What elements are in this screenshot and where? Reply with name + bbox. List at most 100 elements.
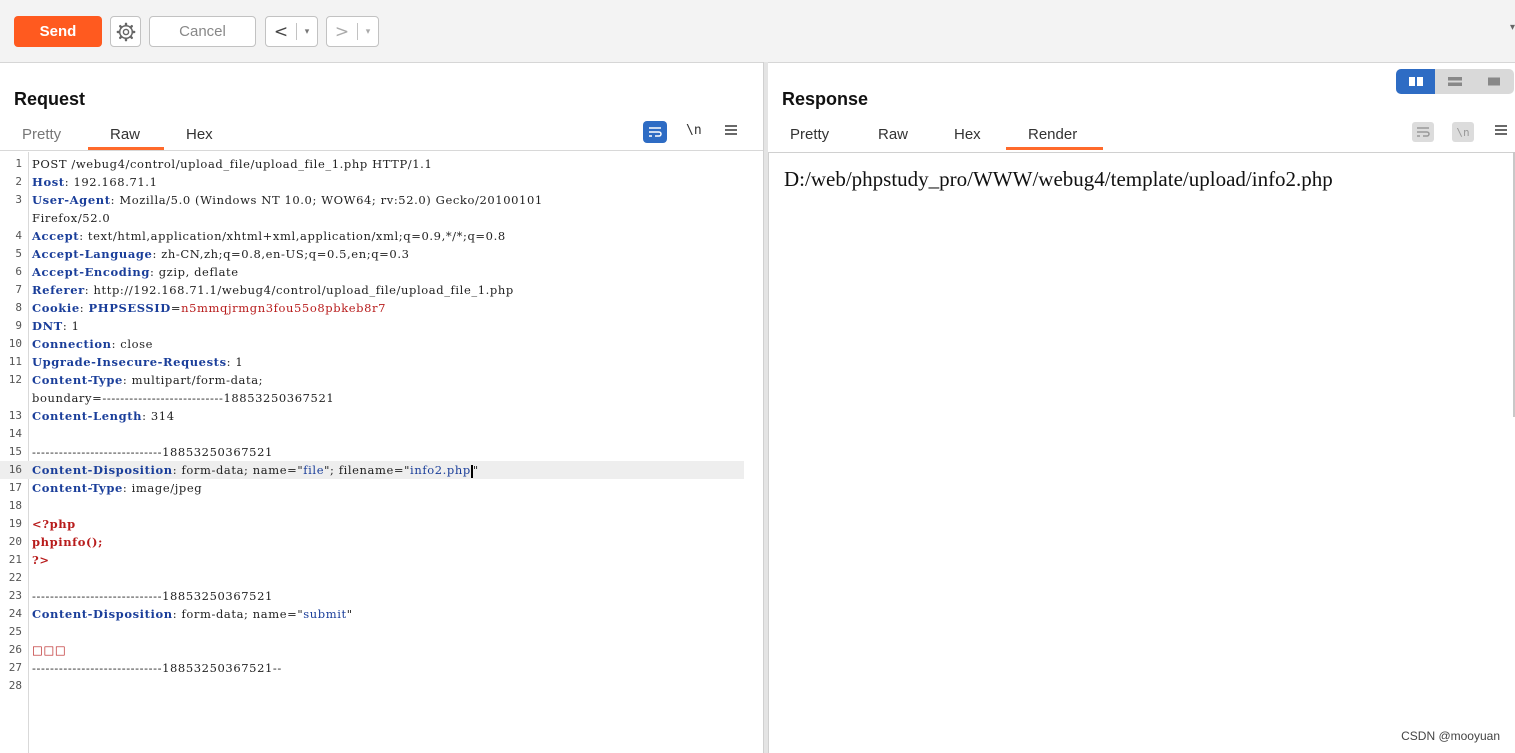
code-token: : 1	[226, 355, 244, 369]
line-number: 24	[8, 607, 22, 620]
tab-raw[interactable]: Raw	[110, 126, 140, 143]
code-token: <?php	[32, 517, 76, 531]
code-line: 4 Accept: text/html,application/xhtml+xml…	[0, 227, 763, 245]
code-token: Cookie	[32, 301, 80, 315]
code-line: 5 Accept-Language: zh-CN,zh;q=0.8,en-US;q…	[0, 245, 763, 263]
send-button[interactable]: Send	[14, 16, 102, 47]
code-text: Accept-Encoding: gzip, deflate	[32, 263, 239, 281]
code-token: : 192.168.71.1	[64, 175, 158, 189]
code-token: □□□	[32, 643, 67, 657]
code-token: : 1	[62, 319, 80, 333]
tab-pretty[interactable]: Pretty	[22, 126, 61, 143]
newline-icon: \n	[1456, 125, 1470, 139]
code-text: POST /webug4/control/upload_file/upload_…	[32, 155, 432, 173]
chevron-down-icon[interactable]: ▾	[358, 27, 378, 37]
code-line: 28	[0, 677, 763, 695]
code-token: Firefox/52.0	[32, 211, 111, 225]
menu-button[interactable]	[1494, 124, 1508, 136]
code-line: 1 POST /webug4/control/upload_file/upload…	[0, 155, 763, 173]
line-number: 26	[8, 643, 22, 656]
tab-render[interactable]: Render	[1028, 126, 1077, 143]
code-token: Upgrade-Insecure-Requests	[32, 355, 227, 369]
code-text: Connection: close	[32, 335, 153, 353]
forward-button[interactable]: > ▾	[326, 16, 379, 47]
code-token: -----------------------------18853250367…	[32, 589, 273, 603]
code-token: "	[472, 463, 479, 477]
tab-pretty[interactable]: Pretty	[790, 126, 829, 143]
code-text: -----------------------------18853250367…	[32, 443, 273, 461]
line-number: 17	[8, 481, 22, 494]
settings-button[interactable]	[110, 16, 141, 47]
code-token: "; filename="	[324, 463, 411, 477]
code-line: 11 Upgrade-Insecure-Requests: 1	[0, 353, 763, 371]
back-button[interactable]: < ▾	[265, 16, 318, 47]
code-token: file	[303, 463, 325, 477]
code-token: n5mmqjrmgn3fou55o8pbkeb8r7	[181, 301, 387, 315]
code-line: boundary=---------------------------1885…	[0, 389, 763, 407]
rows-icon	[1447, 77, 1462, 86]
menu-button[interactable]	[724, 124, 738, 136]
line-number: 22	[8, 571, 22, 584]
line-number: 7	[15, 283, 22, 296]
code-text: Accept: text/html,application/xhtml+xml,…	[32, 227, 506, 245]
code-token: DNT	[32, 319, 63, 333]
line-number: 23	[8, 589, 22, 602]
line-number: 3	[15, 193, 22, 206]
chevron-down-icon[interactable]: ▾	[297, 27, 317, 37]
wrap-icon	[649, 127, 662, 137]
code-token: Accept	[32, 229, 80, 243]
code-line: 7 Referer: http://192.168.71.1/webug4/con…	[0, 281, 763, 299]
line-number: 8	[15, 301, 22, 314]
line-number: 2	[15, 175, 22, 188]
code-token: : zh-CN,zh;q=0.8,en-US;q=0.5,en;q=0.3	[152, 247, 410, 261]
code-line: 20 phpinfo();	[0, 533, 763, 551]
code-token: User-Agent	[32, 193, 111, 207]
code-line: 6 Accept-Encoding: gzip, deflate	[0, 263, 763, 281]
line-number: 9	[15, 319, 22, 332]
newline-toggle[interactable]: \n	[1452, 122, 1474, 142]
cancel-button[interactable]: Cancel	[149, 16, 256, 47]
code-line: 2 Host: 192.168.71.1	[0, 173, 763, 191]
code-text: DNT: 1	[32, 317, 80, 335]
line-number: 20	[8, 535, 22, 548]
tab-hex[interactable]: Hex	[954, 126, 981, 143]
layout-stacked-button[interactable]	[1435, 69, 1474, 94]
line-number: 13	[8, 409, 22, 422]
code-token: : form-data; name="	[172, 463, 304, 477]
code-line: 16 Content-Disposition: form-data; name="…	[0, 461, 744, 479]
code-token: Referer	[32, 283, 85, 297]
code-line: 14	[0, 425, 763, 443]
layout-single-button[interactable]	[1475, 69, 1514, 94]
hamburger-icon	[1495, 125, 1507, 135]
single-pane-icon	[1488, 77, 1501, 86]
code-token: Content-Type	[32, 373, 123, 387]
code-text: phpinfo();	[32, 533, 103, 551]
code-text: -----------------------------18853250367…	[32, 659, 282, 677]
code-token: Host	[32, 175, 65, 189]
rendered-output: D:/web/phpstudy_pro/WWW/webug4/template/…	[784, 167, 1333, 191]
response-render-view[interactable]: D:/web/phpstudy_pro/WWW/webug4/template/…	[768, 152, 1514, 753]
request-editor[interactable]: 1 POST /webug4/control/upload_file/upload…	[0, 152, 763, 753]
tab-raw[interactable]: Raw	[878, 126, 908, 143]
word-wrap-toggle[interactable]	[643, 121, 667, 143]
code-token: phpinfo();	[32, 535, 103, 549]
code-line: 13 Content-Length: 314	[0, 407, 763, 425]
code-text: Content-Length: 314	[32, 407, 175, 425]
code-token: Content-Length	[32, 409, 143, 423]
tab-hex[interactable]: Hex	[186, 126, 213, 143]
code-token: : form-data; name="	[172, 607, 304, 621]
response-title: Response	[782, 89, 869, 109]
layout-side-by-side-button[interactable]	[1396, 69, 1436, 94]
code-line: 10 Connection: close	[0, 335, 763, 353]
newline-toggle[interactable]: \n	[686, 123, 702, 138]
code-text: boundary=---------------------------1885…	[32, 389, 334, 407]
line-number: 4	[15, 229, 22, 242]
word-wrap-toggle[interactable]	[1412, 122, 1434, 142]
line-number: 1	[15, 157, 22, 170]
code-line: 22	[0, 569, 763, 587]
more-icon[interactable]: ▾	[1510, 22, 1515, 33]
code-text: ?>	[32, 551, 50, 569]
code-token: Content-Type	[32, 481, 123, 495]
code-line: 15 -----------------------------188532503…	[0, 443, 763, 461]
line-number: 10	[8, 337, 22, 350]
